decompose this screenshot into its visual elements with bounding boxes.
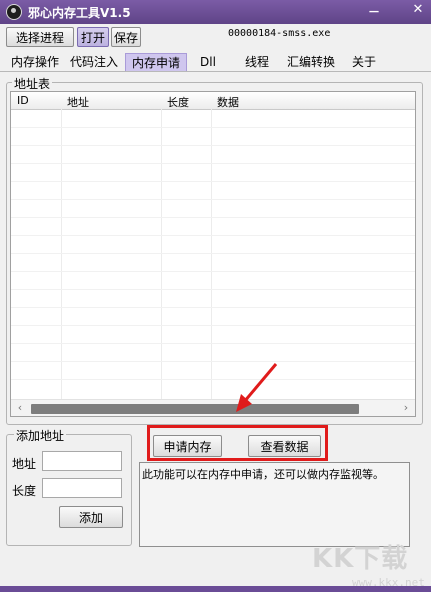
column-divider <box>161 109 162 399</box>
address-table-title: 地址表 <box>12 75 53 92</box>
app-icon <box>6 4 22 20</box>
length-label: 长度 <box>12 484 37 498</box>
watermark: KK下载 www.kkx.net <box>312 538 425 589</box>
tab-asm-convert[interactable]: 汇编转换 <box>285 53 337 71</box>
window-bottom-border <box>0 586 431 592</box>
row-gridline <box>11 217 415 218</box>
add-address-title: 添加地址 <box>14 427 67 444</box>
address-label: 地址 <box>12 457 37 471</box>
horizontal-scrollbar[interactable]: ‹ › <box>11 399 415 416</box>
column-header-data[interactable]: 数据 <box>217 94 239 110</box>
row-gridline <box>11 127 415 128</box>
row-gridline <box>11 145 415 146</box>
tab-threads[interactable]: 线程 <box>242 53 272 71</box>
annotation-arrow-icon <box>236 363 278 412</box>
row-gridline <box>11 379 415 380</box>
scrollbar-thumb[interactable] <box>31 404 359 414</box>
column-header-id[interactable]: ID <box>17 94 29 107</box>
tab-memory-ops[interactable]: 内存操作 <box>7 53 63 71</box>
annotation-highlight-box <box>147 425 328 461</box>
window-title: 邪心内存工具V1.5 <box>28 6 131 20</box>
row-gridline <box>11 325 415 326</box>
row-gridline <box>11 361 415 362</box>
row-gridline <box>11 163 415 164</box>
row-gridline <box>11 307 415 308</box>
row-gridline <box>11 289 415 290</box>
column-header-length[interactable]: 长度 <box>167 94 189 110</box>
open-button[interactable]: 打开 <box>77 27 109 47</box>
row-gridline <box>11 235 415 236</box>
row-gridline <box>11 253 415 254</box>
length-input[interactable] <box>42 478 122 498</box>
add-button[interactable]: 添加 <box>59 506 123 528</box>
row-gridline <box>11 199 415 200</box>
tab-dll[interactable]: Dll <box>196 53 220 71</box>
tab-strip-divider <box>0 71 431 72</box>
column-header-address[interactable]: 地址 <box>67 94 89 110</box>
column-divider <box>61 109 62 399</box>
column-divider <box>211 109 212 399</box>
title-bar: 邪心内存工具V1.5 － ✕ <box>0 0 431 24</box>
scroll-left-icon[interactable]: ‹ <box>13 401 27 414</box>
address-input[interactable] <box>42 451 122 471</box>
row-gridline <box>11 343 415 344</box>
close-button[interactable]: ✕ <box>410 2 426 17</box>
current-process-label: 00000184-smss.exe <box>228 28 331 39</box>
description-box: 此功能可以在内存中申请，还可以做内存监视等。 <box>139 462 410 547</box>
row-gridline <box>11 271 415 272</box>
address-list[interactable]: ID 地址 长度 数据 ‹ › <box>10 91 416 417</box>
row-gridline <box>11 181 415 182</box>
watermark-logo: KK下载 <box>312 544 409 574</box>
tab-memory-allocation[interactable]: 内存申请 <box>125 53 187 71</box>
select-process-button[interactable]: 选择进程 <box>6 27 74 47</box>
minimize-button[interactable]: － <box>366 3 382 20</box>
scroll-right-icon[interactable]: › <box>399 401 413 414</box>
tab-code-injection[interactable]: 代码注入 <box>67 53 121 71</box>
list-header: ID 地址 长度 数据 <box>11 92 415 110</box>
tab-about[interactable]: 关于 <box>349 53 379 71</box>
save-button[interactable]: 保存 <box>111 27 141 47</box>
